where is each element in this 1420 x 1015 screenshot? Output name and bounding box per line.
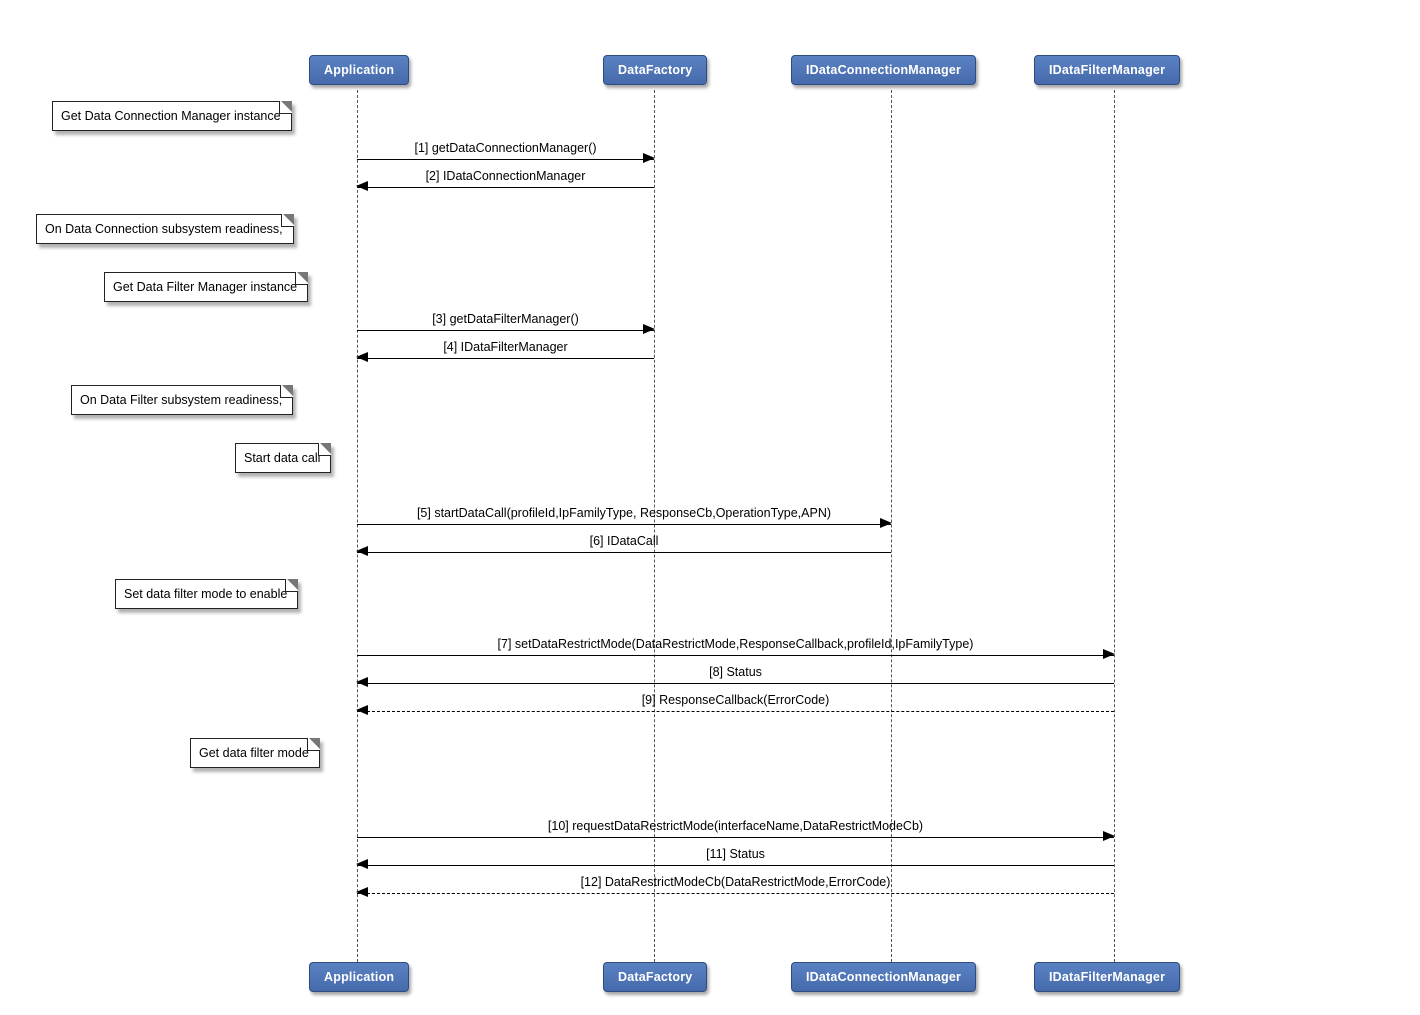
participant-application-bottom: Application — [309, 962, 409, 992]
participant-label: IDataFilterManager — [1049, 63, 1165, 77]
participant-label: IDataConnectionManager — [806, 63, 961, 77]
msg-label: [4] IDataFilterManager — [357, 340, 654, 354]
participant-idataconnectionmanager-top: IDataConnectionManager — [791, 55, 976, 85]
msg-label: [6] IDataCall — [357, 534, 891, 548]
note-get-data-filter-mode: Get data filter mode — [190, 738, 320, 768]
participant-label: DataFactory — [618, 63, 692, 77]
note-set-data-filter-mode: Set data filter mode to enable — [115, 579, 298, 609]
sequence-diagram: Application DataFactory IDataConnectionM… — [0, 0, 1420, 1015]
participant-label: IDataConnectionManager — [806, 970, 961, 984]
msg-label: [3] getDataFilterManager() — [357, 312, 654, 326]
participant-label: IDataFilterManager — [1049, 970, 1165, 984]
note-get-data-connection-manager: Get Data Connection Manager instance — [52, 101, 292, 131]
msg-label: [9] ResponseCallback(ErrorCode) — [357, 693, 1114, 707]
msg-1: [1] getDataConnectionManager() — [357, 143, 654, 163]
participant-idatafiltermanager-bottom: IDataFilterManager — [1034, 962, 1180, 992]
msg-label: [11] Status — [357, 847, 1114, 861]
msg-2: [2] IDataConnectionManager — [357, 171, 654, 191]
msg-label: [7] setDataRestrictMode(DataRestrictMode… — [357, 637, 1114, 651]
participant-idatafiltermanager-top: IDataFilterManager — [1034, 55, 1180, 85]
msg-7: [7] setDataRestrictMode(DataRestrictMode… — [357, 639, 1114, 659]
participant-label: Application — [324, 970, 394, 984]
msg-9: [9] ResponseCallback(ErrorCode) — [357, 695, 1114, 715]
participant-label: DataFactory — [618, 970, 692, 984]
note-on-filter-readiness: On Data Filter subsystem readiness, — [71, 385, 293, 415]
msg-12: [12] DataRestrictModeCb(DataRestrictMode… — [357, 877, 1114, 897]
msg-label: [12] DataRestrictModeCb(DataRestrictMode… — [357, 875, 1114, 889]
participant-application-top: Application — [309, 55, 409, 85]
msg-label: [5] startDataCall(profileId,IpFamilyType… — [357, 506, 891, 520]
msg-label: [1] getDataConnectionManager() — [357, 141, 654, 155]
note-text: Get data filter mode — [199, 746, 309, 760]
note-text: On Data Connection subsystem readiness, — [45, 222, 283, 236]
participant-datafactory-top: DataFactory — [603, 55, 707, 85]
participant-idataconnectionmanager-bottom: IDataConnectionManager — [791, 962, 976, 992]
note-text: On Data Filter subsystem readiness, — [80, 393, 282, 407]
msg-4: [4] IDataFilterManager — [357, 342, 654, 362]
note-text: Get Data Filter Manager instance — [113, 280, 297, 294]
note-text: Start data call — [244, 451, 320, 465]
participant-label: Application — [324, 63, 394, 77]
msg-5: [5] startDataCall(profileId,IpFamilyType… — [357, 508, 891, 528]
note-text: Get Data Connection Manager instance — [61, 109, 281, 123]
note-get-data-filter-manager: Get Data Filter Manager instance — [104, 272, 308, 302]
msg-11: [11] Status — [357, 849, 1114, 869]
note-text: Set data filter mode to enable — [124, 587, 287, 601]
note-start-data-call: Start data call — [235, 443, 331, 473]
msg-10: [10] requestDataRestrictMode(interfaceNa… — [357, 821, 1114, 841]
msg-3: [3] getDataFilterManager() — [357, 314, 654, 334]
msg-6: [6] IDataCall — [357, 536, 891, 556]
msg-8: [8] Status — [357, 667, 1114, 687]
msg-label: [2] IDataConnectionManager — [357, 169, 654, 183]
msg-label: [10] requestDataRestrictMode(interfaceNa… — [357, 819, 1114, 833]
msg-label: [8] Status — [357, 665, 1114, 679]
note-on-connection-readiness: On Data Connection subsystem readiness, — [36, 214, 294, 244]
participant-datafactory-bottom: DataFactory — [603, 962, 707, 992]
